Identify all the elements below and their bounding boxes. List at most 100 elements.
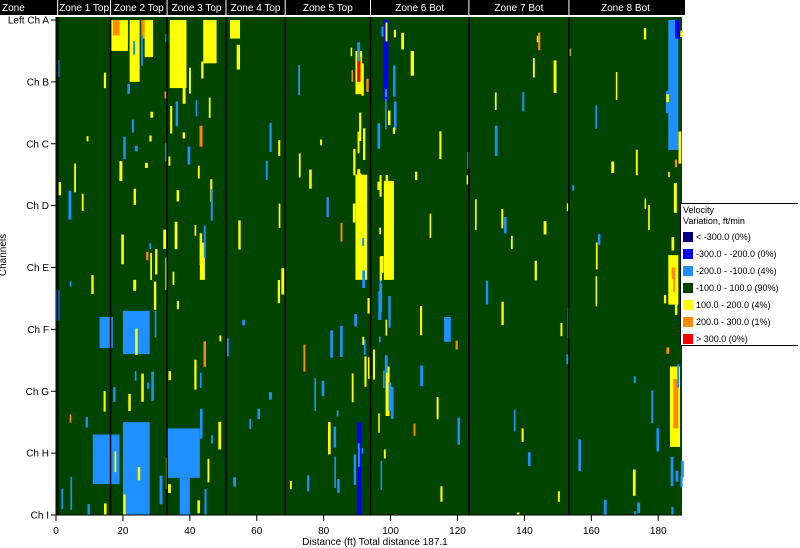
heat-streak [150,252,152,280]
heat-streak [367,298,370,314]
heat-streak [494,92,497,111]
heat-streak [340,325,343,358]
heat-streak [123,494,126,515]
heat-streak [415,171,418,181]
heat-streak [378,336,381,343]
heat-streak [85,417,88,428]
zone-label: Zone 6 Bot [395,3,444,14]
heat-streak [494,125,498,156]
heat-streak [379,256,383,281]
heat-streak [485,280,489,305]
y-tick-label: Ch E [27,263,50,274]
heat-streak [475,199,477,231]
heat-streak [170,105,173,134]
heat-streak [314,378,317,411]
legend-title-line2: Variation, ft/min [683,216,745,226]
heat-streak [168,484,171,493]
heat-streak [678,131,682,164]
heat-streak [128,393,131,412]
y-tick-label: Ch C [26,139,49,150]
heat-streak [199,233,203,265]
heat-streak [133,188,136,205]
legend-title-line1: Velocity [683,205,715,215]
heat-streak [187,146,191,165]
heat-streak [114,451,117,473]
heat-streak [182,132,186,139]
heat-streak [632,469,636,496]
heat-streak [595,242,598,270]
heat-streak [670,279,674,304]
heat-streak [352,203,356,223]
heat-streak [385,98,387,130]
y-axis-ticks: Left Ch A Ch B Ch C Ch D Ch E Ch F Ch G Ch H Ch … [8,16,56,522]
heat-streak [139,322,142,349]
heat-streak [309,169,312,189]
heat-streak [151,371,154,401]
heat-streak [503,216,507,234]
heat-streak [455,340,458,350]
legend-label: > 300.0 (0%) [696,334,748,344]
heat-streak [413,423,416,436]
heat-streak [154,310,157,338]
heat-streak [595,105,598,129]
heat-streak [123,136,126,160]
heat-region-26 [179,477,190,515]
heat-streak [378,413,380,433]
heat-streak [182,82,186,104]
heat-streak [680,460,684,478]
heat-streak [353,454,357,486]
x-tick-label: 60 [251,526,263,537]
heat-streak [501,209,504,229]
heat-streak [134,145,138,152]
heat-streak [69,281,72,287]
heat-streak [330,330,333,358]
heat-region-24 [122,422,150,515]
heat-streak [175,101,179,127]
heat-streak [357,443,360,449]
heat-streak [513,409,516,432]
heat-streak [103,391,106,412]
heat-streak [673,183,677,213]
heat-streak [543,221,547,235]
heat-streak [176,190,180,202]
heat-streak [303,344,306,372]
heat-streak [155,249,158,275]
heat-streak [637,502,641,514]
heat-streak [675,470,679,482]
x-tick-label: 140 [516,526,533,537]
heat-region-16 [674,20,680,39]
legend-item: -300.0 - -200.0 (0%) [683,247,796,261]
heat-streak [136,480,139,491]
heat-streak [578,439,582,472]
heat-streak [350,47,353,57]
heat-streak [362,270,366,288]
heat-streak [527,452,531,466]
heat-streak [363,128,366,160]
legend-label: -200.0 - -100.0 (4%) [696,266,777,276]
heat-streak [58,182,61,196]
heat-streak [289,480,292,490]
heat-streak [366,78,369,92]
legend-item: -200.0 - -100.0 (4%) [683,264,796,278]
heat-streak [379,174,382,197]
heat-streak [534,260,537,281]
y-tick-label: Ch H [26,449,49,460]
heat-streak [381,26,384,37]
heat-streak [538,32,541,51]
heat-streak [168,371,171,381]
heat-region-12 [383,180,394,280]
legend-label: < -300.0 (0%) [696,232,751,242]
heat-streak [674,106,677,122]
heat-streak [203,225,206,258]
heat-streak [635,149,638,176]
heat-region-25 [166,428,200,478]
heat-streak [199,125,203,147]
heat-streak [680,475,683,488]
heat-streak [677,364,679,388]
zone-label: Zone 7 Bot [494,3,543,14]
heat-streak [336,410,339,417]
heat-streak [597,233,601,245]
legend-swatch [683,334,693,344]
heat-region-15 [668,20,679,150]
heat-streak [603,499,607,515]
